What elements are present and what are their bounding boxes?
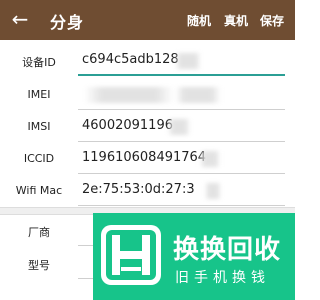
device-id-label: 设备ID — [22, 56, 56, 69]
redaction-blur — [168, 119, 190, 135]
iccid-label: ICCID — [23, 152, 55, 165]
device-id-underline — [78, 74, 285, 76]
wifi-mac-row: Wifi Mac 2e:75:53:0d:27:3 — [0, 174, 295, 206]
watermark-logo-icon — [101, 225, 161, 285]
imei-label: IMEI — [27, 88, 51, 101]
app-bar: ← 分身 随机 真机 保存 — [0, 0, 295, 40]
wifi-mac-label: Wifi Mac — [15, 184, 63, 197]
watermark-title: 换换回收 — [173, 235, 282, 265]
page-title: 分身 — [50, 13, 85, 32]
real-device-button[interactable]: 真机 — [224, 12, 248, 29]
wifi-mac-underline — [78, 205, 285, 206]
imsi-row: IMSI 46002091196 — [0, 110, 295, 142]
device-id-row: 设备ID c694c5adb128 — [0, 44, 295, 76]
watermark-subtitle: 旧手机换钱 — [175, 270, 270, 286]
redaction-blur — [205, 183, 221, 199]
manufacturer-label: 厂商 — [28, 226, 50, 239]
back-arrow-icon[interactable]: ← — [8, 7, 32, 31]
random-button[interactable]: 随机 — [187, 12, 211, 29]
iccid-field[interactable]: 119610608491764 — [82, 150, 267, 165]
save-button[interactable]: 保存 — [260, 12, 284, 29]
iccid-row: ICCID 119610608491764 — [0, 142, 295, 174]
redaction-blur — [200, 151, 220, 167]
wifi-mac-field[interactable]: 2e:75:53:0d:27:3 — [82, 182, 267, 197]
imei-row: IMEI — [0, 78, 295, 110]
watermark-banner: 换换回收 旧手机换钱 — [93, 213, 295, 300]
redaction-blur — [84, 87, 174, 103]
redaction-blur — [175, 87, 221, 103]
model-label: 型号 — [28, 259, 50, 272]
imsi-label: IMSI — [27, 120, 51, 133]
redaction-blur — [175, 53, 201, 69]
